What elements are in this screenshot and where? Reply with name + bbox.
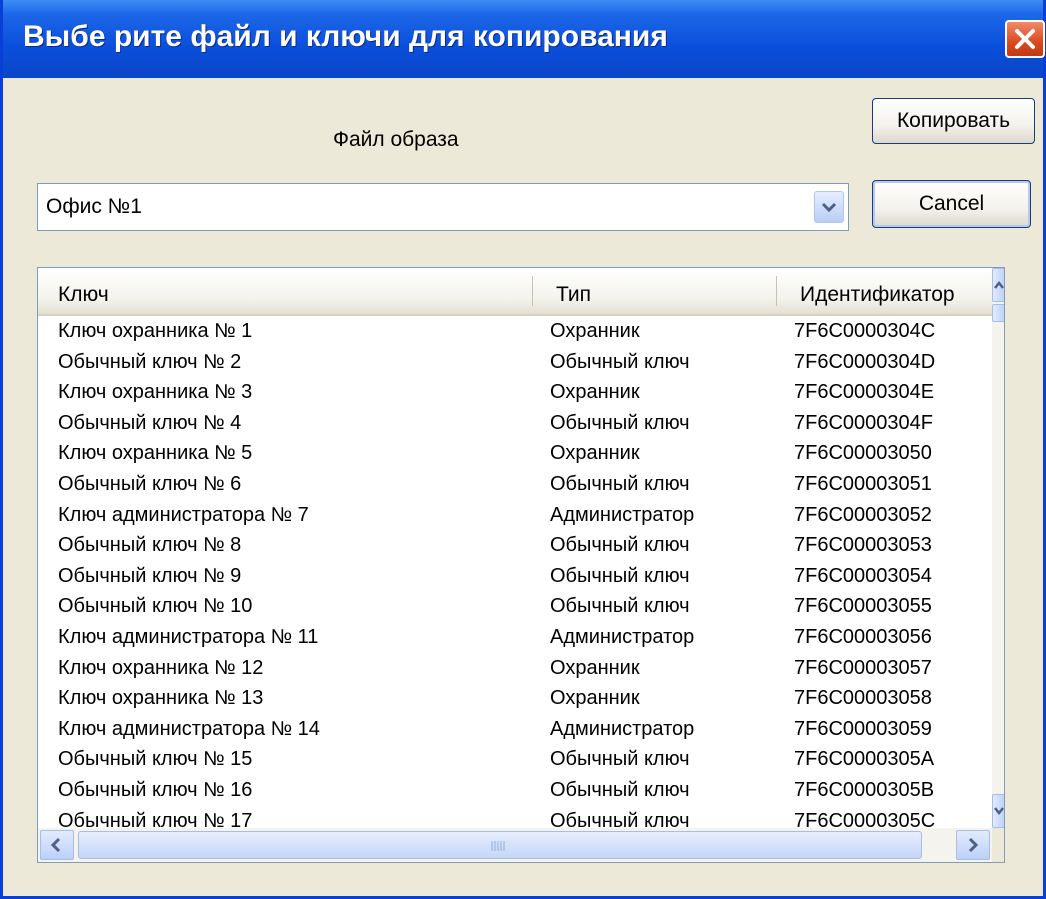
list-row[interactable]: Ключ охранника № 13 Охранник 7F6C00003058 (38, 683, 992, 714)
list-row[interactable]: Обычный ключ № 10 Обычный ключ 7F6C0000305… (38, 591, 992, 622)
list-row[interactable]: Обычный ключ № 2 Обычный ключ 7F6C0000304D (38, 347, 992, 378)
column-header-id[interactable]: Идентификатор (780, 268, 992, 314)
key-type-cell: Охранник (550, 320, 640, 342)
dropdown-button[interactable] (814, 191, 844, 223)
key-name-cell: Обычный ключ № 8 (58, 534, 242, 557)
list-row[interactable]: Ключ охранника № 1 Охранник 7F6C0000304C (38, 316, 992, 347)
key-type-cell: Обычный ключ (550, 411, 690, 434)
key-id-cell: 7F6C00003053 (794, 534, 932, 557)
title-bar[interactable]: Выбе рите файл и ключи для копирования (3, 0, 1045, 78)
vertical-scroll-thumb[interactable] (992, 304, 1004, 322)
scroll-right-arrow-icon (968, 837, 979, 853)
column-divider[interactable] (776, 276, 777, 306)
vertical-scrollbar[interactable] (992, 268, 1004, 828)
key-id-cell: 7F6C0000304E (794, 381, 935, 404)
key-type-cell: Обычный ключ (550, 778, 690, 801)
key-type-cell: Обычный ключ (550, 564, 690, 587)
key-type-cell: Администратор (550, 717, 695, 740)
key-name-cell: Обычный ключ № 2 (58, 350, 242, 373)
list-row[interactable]: Обычный ключ № 4 Обычный ключ 7F6C0000304F (38, 408, 992, 439)
scroll-corner (992, 828, 1004, 862)
key-name-cell: Ключ охранника № 5 (58, 442, 253, 465)
key-name-cell: Обычный ключ № 15 (58, 748, 253, 771)
list-row[interactable]: Обычный ключ № 6 Обычный ключ 7F6C00003051 (38, 469, 992, 500)
key-id-cell: 7F6C00003054 (794, 564, 932, 587)
key-type-cell: Администратор (550, 625, 695, 648)
scroll-left-button[interactable] (40, 830, 74, 860)
key-type-cell: Обычный ключ (550, 350, 690, 373)
key-type-cell: Обычный ключ (550, 595, 690, 618)
key-id-cell: 7F6C00003059 (794, 717, 932, 740)
scroll-up-arrow-icon (994, 280, 1004, 289)
key-name-cell: Обычный ключ № 16 (58, 778, 253, 801)
list-row[interactable]: Ключ охранника № 5 Охранник 7F6C00003050 (38, 438, 992, 469)
key-id-cell: 7F6C00003057 (794, 656, 932, 679)
image-file-select[interactable]: Офис №1 (37, 183, 849, 231)
keys-list[interactable]: Ключ Тип Идентификатор Ключ охранника № … (37, 267, 1005, 863)
list-row[interactable]: Ключ администратора № 14 Администратор 7F6… (38, 714, 992, 745)
close-x-icon (1015, 29, 1035, 49)
key-id-cell: 7F6C00003051 (794, 472, 932, 495)
key-id-cell: 7F6C0000304F (794, 411, 933, 434)
key-name-cell: Обычный ключ № 6 (58, 472, 242, 495)
list-row[interactable]: Обычный ключ № 15 Обычный ключ 7F6C0000305… (38, 744, 992, 775)
key-type-cell: Охранник (550, 656, 640, 679)
list-row[interactable]: Ключ администратора № 11 Администратор 7F6… (38, 622, 992, 653)
key-name-cell: Обычный ключ № 10 (58, 595, 253, 618)
list-row[interactable]: Обычный ключ № 8 Обычный ключ 7F6C00003053 (38, 530, 992, 561)
list-row[interactable]: Ключ администратора № 7 Администратор 7F6C… (38, 500, 992, 531)
cancel-button[interactable]: Cancel (872, 180, 1031, 228)
horizontal-scroll-thumb[interactable] (78, 831, 922, 859)
list-row[interactable]: Ключ охранника № 3 Охранник 7F6C0000304E (38, 377, 992, 408)
key-id-cell: 7F6C00003050 (794, 442, 932, 465)
key-id-cell: 7F6C00003052 (794, 503, 932, 526)
list-row[interactable]: Ключ охранника № 12 Охранник 7F6C00003057 (38, 653, 992, 684)
scroll-down-arrow-icon (994, 807, 1004, 816)
key-id-cell: 7F6C0000304D (794, 350, 936, 373)
chevron-down-icon (821, 202, 837, 213)
scroll-left-arrow-icon (50, 837, 61, 853)
key-type-cell: Охранник (550, 381, 640, 404)
key-type-cell: Охранник (550, 687, 640, 710)
list-row[interactable]: Обычный ключ № 16 Обычный ключ 7F6C0000305… (38, 775, 992, 806)
key-name-cell: Ключ охранника № 12 (58, 656, 264, 679)
column-header-key[interactable]: Ключ (38, 268, 532, 314)
key-type-cell: Охранник (550, 442, 640, 465)
key-type-cell: Обычный ключ (550, 748, 690, 771)
scroll-down-button[interactable] (992, 794, 1004, 828)
key-id-cell: 7F6C00003055 (794, 595, 932, 618)
copy-button[interactable]: Копировать (872, 98, 1035, 144)
column-header-type[interactable]: Тип (536, 268, 776, 314)
image-file-label: Файл образа (333, 128, 459, 151)
close-button[interactable] (1005, 20, 1045, 58)
image-file-select-value: Офис №1 (46, 195, 142, 218)
key-name-cell: Ключ охранника № 13 (58, 687, 264, 710)
key-id-cell: 7F6C0000304C (794, 320, 936, 342)
list-rows: Ключ охранника № 1 Охранник 7F6C0000304C О… (38, 316, 992, 836)
key-name-cell: Ключ администратора № 14 (58, 717, 320, 740)
key-id-cell: 7F6C00003058 (794, 687, 932, 710)
grip-icon (491, 841, 505, 851)
key-type-cell: Обычный ключ (550, 472, 690, 495)
key-name-cell: Обычный ключ № 4 (58, 411, 242, 434)
key-id-cell: 7F6C0000305A (794, 748, 935, 771)
dialog-window: Выбе рите файл и ключи для копирования Ф… (0, 0, 1046, 899)
key-name-cell: Ключ администратора № 11 (58, 625, 319, 648)
column-divider[interactable] (532, 276, 533, 306)
dialog-title: Выбе рите файл и ключи для копирования (23, 20, 668, 53)
list-header: Ключ Тип Идентификатор (38, 268, 992, 316)
scroll-up-button[interactable] (992, 268, 1004, 302)
key-type-cell: Администратор (550, 503, 695, 526)
key-id-cell: 7F6C00003056 (794, 625, 932, 648)
key-name-cell: Ключ охранника № 3 (58, 381, 253, 404)
key-id-cell: 7F6C0000305B (794, 778, 935, 801)
key-name-cell: Обычный ключ № 9 (58, 564, 242, 587)
scroll-right-button[interactable] (956, 830, 990, 860)
key-type-cell: Обычный ключ (550, 534, 690, 557)
key-name-cell: Ключ охранника № 1 (58, 320, 253, 342)
key-name-cell: Ключ администратора № 7 (58, 503, 309, 526)
list-row[interactable]: Обычный ключ № 9 Обычный ключ 7F6C00003054 (38, 561, 992, 592)
